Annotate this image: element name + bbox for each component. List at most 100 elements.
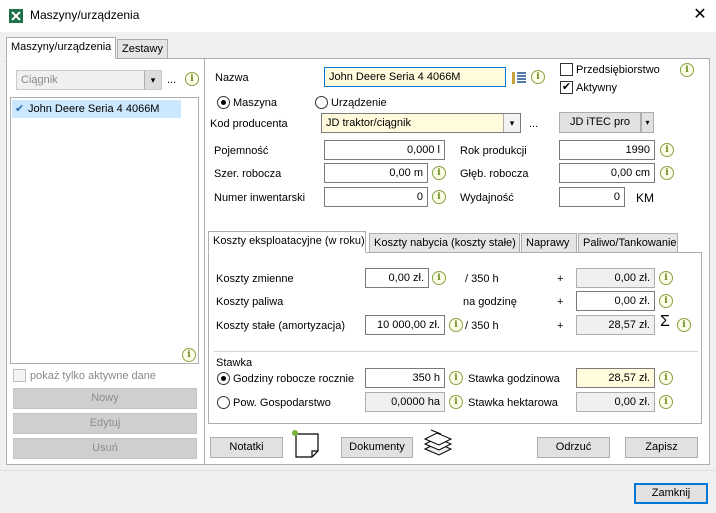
device-radio[interactable]: [315, 96, 328, 109]
excel-app-icon: [9, 9, 23, 23]
sum-icon[interactable]: Σ: [660, 314, 670, 330]
category-value: Ciągnik: [21, 74, 58, 86]
hectare-rate-label: Stawka hektarowa: [468, 397, 558, 409]
info-icon[interactable]: i: [182, 348, 196, 362]
machine-radio-label: Maszyna: [233, 97, 278, 109]
info-icon[interactable]: i: [677, 318, 691, 332]
tab-acquisition-costs[interactable]: Koszty nabycia (koszty stałe): [369, 233, 520, 253]
info-icon[interactable]: i: [449, 318, 463, 332]
chevron-down-icon[interactable]: ▾: [503, 114, 520, 132]
itec-dropdown-icon[interactable]: ▾: [641, 112, 654, 133]
machine-list: [10, 97, 199, 364]
active-label: Aktywny: [576, 82, 617, 94]
name-label: Nazwa: [215, 72, 249, 84]
info-icon[interactable]: i: [432, 190, 446, 204]
active-only-checkbox[interactable]: [13, 369, 26, 382]
delete-button[interactable]: Usuń: [13, 438, 197, 459]
plus-sign: +: [557, 273, 564, 285]
width-label: Szer. robocza: [214, 168, 282, 180]
hours-radio[interactable]: [217, 372, 230, 385]
info-icon[interactable]: i: [432, 271, 446, 285]
close-icon[interactable]: ✕: [690, 5, 710, 25]
save-button[interactable]: Zapisz: [625, 437, 698, 458]
list-item-label: John Deere Seria 4 4066M: [28, 103, 160, 115]
per-hours-text: / 350 h: [465, 320, 499, 332]
tab-fuel[interactable]: Paliwo/Tankowanie: [578, 233, 678, 253]
capacity-label: Pojemność: [214, 145, 269, 157]
variable-costs-label: Koszty zmienne: [216, 273, 294, 285]
fuel-costs-label: Koszty paliwa: [216, 296, 284, 308]
variable-costs-input[interactable]: 0,00 zł.: [365, 268, 429, 288]
area-radio[interactable]: [217, 396, 230, 409]
tab-repairs[interactable]: Naprawy: [521, 233, 577, 253]
more-button[interactable]: ...: [167, 73, 176, 87]
info-icon[interactable]: i: [659, 294, 673, 308]
area-label: Pow. Gospodarstwo: [233, 397, 331, 409]
info-icon[interactable]: i: [185, 72, 199, 86]
info-icon[interactable]: i: [432, 166, 446, 180]
fuel-costs-result[interactable]: 0,00 zł.: [576, 291, 655, 311]
hectare-rate-value: 0,00 zł.: [576, 392, 655, 412]
window-title: Maszyny/urządzenia: [30, 8, 140, 22]
info-icon[interactable]: i: [660, 166, 674, 180]
new-button[interactable]: Nowy: [13, 388, 197, 409]
chevron-down-icon[interactable]: ▾: [144, 71, 161, 89]
power-unit: KM: [636, 191, 654, 205]
year-label: Rok produkcji: [460, 145, 527, 157]
fixed-costs-result: 28,57 zł.: [576, 315, 655, 335]
info-icon[interactable]: i: [660, 143, 674, 157]
check-icon: ✔: [15, 103, 25, 115]
category-dropdown[interactable]: Ciągnik: [16, 70, 162, 90]
info-icon[interactable]: i: [680, 63, 694, 77]
tab-machines[interactable]: Maszyny/urządzenia: [6, 37, 117, 59]
machine-radio[interactable]: [217, 96, 230, 109]
producer-code-label: Kod producenta: [210, 118, 288, 130]
width-input[interactable]: 0,00 m: [324, 163, 428, 183]
depth-label: Głęb. robocza: [460, 168, 529, 180]
info-icon[interactable]: i: [449, 395, 463, 409]
more-button[interactable]: ...: [529, 117, 538, 131]
fixed-costs-label: Koszty stałe (amortyzacja): [216, 320, 345, 332]
cancel-button[interactable]: Odrzuć: [537, 437, 610, 458]
plus-sign: +: [557, 320, 564, 332]
rate-group-divider: [214, 351, 698, 352]
info-icon[interactable]: i: [449, 371, 463, 385]
depth-input[interactable]: 0,00 cm: [559, 163, 655, 183]
list-edit-icon[interactable]: [511, 70, 527, 86]
power-input[interactable]: 0: [559, 187, 625, 207]
hours-label: Godziny robocze rocznie: [233, 373, 355, 385]
enterprise-checkbox[interactable]: [560, 63, 573, 76]
enterprise-label: Przedsiębiorstwo: [576, 64, 660, 76]
inventory-label: Numer inwentarski: [214, 192, 306, 204]
tab-operating-costs[interactable]: Koszty eksploatacyjne (w roku): [208, 231, 366, 253]
close-button[interactable]: Zamknij: [634, 483, 708, 504]
hourly-rate-label: Stawka godzinowa: [468, 373, 560, 385]
name-input[interactable]: John Deere Seria 4 4066M: [324, 67, 506, 87]
hours-input[interactable]: 350 h: [365, 368, 445, 388]
year-input[interactable]: 1990: [559, 140, 655, 160]
rate-group-label: Stawka: [216, 357, 253, 369]
producer-code-dropdown[interactable]: JD traktor/ciągnik: [321, 113, 521, 133]
per-hour-text: na godzinę: [463, 296, 517, 308]
info-icon[interactable]: i: [531, 70, 545, 84]
info-icon[interactable]: i: [659, 371, 673, 385]
hourly-rate-value: 28,57 zł.: [576, 368, 655, 388]
documents-stack-icon[interactable]: [421, 427, 455, 459]
itec-button[interactable]: JD iTEC pro: [559, 112, 641, 133]
info-icon[interactable]: i: [659, 395, 673, 409]
fixed-costs-input[interactable]: 10 000,00 zł.: [365, 315, 445, 335]
notes-button[interactable]: Notatki: [210, 437, 283, 458]
area-input: 0,0000 ha: [365, 392, 445, 412]
documents-button[interactable]: Dokumenty: [341, 437, 413, 458]
per-hours-text: / 350 h: [465, 273, 499, 285]
tab-sets[interactable]: Zestawy: [117, 39, 168, 59]
note-icon[interactable]: [290, 429, 322, 459]
inventory-input[interactable]: 0: [324, 187, 428, 207]
dialog-footer: [0, 470, 716, 513]
edit-button[interactable]: Edytuj: [13, 413, 197, 434]
device-radio-label: Urządzenie: [331, 97, 387, 109]
variable-costs-result: 0,00 zł.: [576, 268, 655, 288]
active-checkbox[interactable]: ✔: [560, 81, 573, 94]
capacity-input[interactable]: 0,000 l: [324, 140, 445, 160]
info-icon[interactable]: i: [659, 271, 673, 285]
